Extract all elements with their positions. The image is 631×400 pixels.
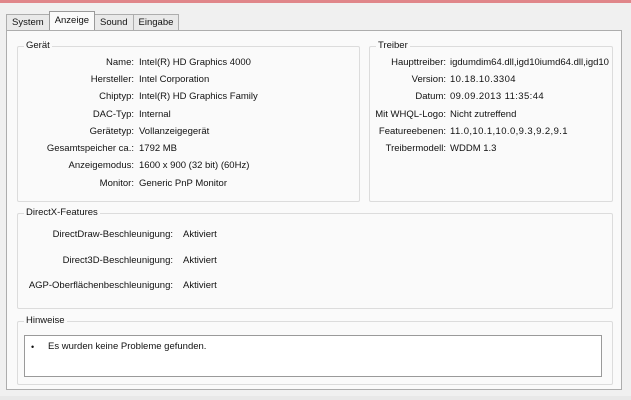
directx-row-agp: AGP-Oberflächenbeschleunigung: Aktiviert	[18, 279, 608, 293]
device-group: Gerät Name: Intel(R) HD Graphics 4000 He…	[17, 40, 360, 202]
notes-group-title: Hinweise	[24, 315, 67, 326]
device-label-devicetype: Gerätetyp:	[89, 126, 134, 137]
directx-value-direct3d: Aktiviert	[183, 255, 217, 266]
driver-label-drivermodel: Treibermodell:	[385, 143, 446, 154]
driver-value-version: 10.18.10.3304	[450, 74, 516, 85]
device-value-displaymode: 1600 x 900 (32 bit) (60Hz)	[139, 160, 250, 171]
directx-value-agp: Aktiviert	[183, 280, 217, 291]
driver-value-maindriver: igdumdim64.dll,igd10iumd64.dll,igd10	[450, 57, 609, 68]
tab-sound[interactable]: Sound	[94, 14, 134, 30]
device-label-chiptype: Chiptyp:	[99, 91, 134, 102]
driver-row-version: Version: 10.18.10.3304	[370, 73, 612, 87]
notes-group: Hinweise • Es wurden keine Probleme gefu…	[17, 315, 613, 385]
device-value-manufacturer: Intel Corporation	[139, 74, 210, 85]
driver-value-whql: Nicht zutreffend	[450, 109, 517, 120]
device-value-dactype: Internal	[139, 109, 171, 120]
driver-label-date: Datum:	[415, 91, 446, 102]
driver-value-date: 09.09.2013 11:35:44	[450, 91, 545, 102]
driver-value-drivermodel: WDDM 1.3	[450, 143, 497, 154]
bullet-icon: •	[31, 342, 35, 352]
driver-row-drivermodel: Treibermodell: WDDM 1.3	[370, 142, 612, 156]
notes-textbox[interactable]: • Es wurden keine Probleme gefunden.	[24, 335, 602, 377]
driver-row-whql: Mit WHQL-Logo: Nicht zutreffend	[370, 108, 612, 122]
driver-label-featurelevels: Featureebenen:	[378, 126, 446, 137]
directx-value-directdraw: Aktiviert	[183, 229, 217, 240]
window-bottom-edge	[0, 396, 631, 400]
tab-panel-anzeige: Gerät Name: Intel(R) HD Graphics 4000 He…	[6, 30, 622, 390]
device-label-dactype: DAC-Typ:	[92, 109, 134, 120]
driver-group: Treiber Haupttreiber: igdumdim64.dll,igd…	[369, 40, 613, 202]
tab-system[interactable]: System	[6, 14, 50, 30]
device-label-memory: Gesamtspeicher ca.:	[46, 143, 134, 154]
directx-row-directdraw: DirectDraw-Beschleunigung: Aktiviert	[18, 228, 608, 242]
window-top-edge	[0, 0, 631, 3]
driver-row-date: Datum: 09.09.2013 11:35:44	[370, 90, 612, 104]
device-row-monitor: Monitor: Generic PnP Monitor	[18, 177, 358, 191]
tab-eingabe[interactable]: Eingabe	[132, 14, 180, 30]
driver-group-title: Treiber	[376, 40, 410, 51]
driver-row-maindriver: Haupttreiber: igdumdim64.dll,igd10iumd64…	[370, 56, 612, 70]
directx-label-direct3d: Direct3D-Beschleunigung:	[62, 255, 173, 266]
device-value-memory: 1792 MB	[139, 143, 178, 154]
directx-label-directdraw: DirectDraw-Beschleunigung:	[52, 229, 173, 240]
device-row-name: Name: Intel(R) HD Graphics 4000	[18, 56, 358, 70]
device-row-memory: Gesamtspeicher ca.: 1792 MB	[18, 142, 358, 156]
device-label-displaymode: Anzeigemodus:	[68, 160, 134, 171]
notes-item-text: Es wurden keine Probleme gefunden.	[48, 341, 207, 352]
device-row-manufacturer: Hersteller: Intel Corporation	[18, 73, 358, 87]
device-group-title: Gerät	[24, 40, 52, 51]
device-value-chiptype: Intel(R) HD Graphics Family	[139, 91, 258, 102]
device-label-monitor: Monitor:	[99, 178, 134, 189]
directx-group-title: DirectX-Features	[24, 207, 100, 218]
driver-label-whql: Mit WHQL-Logo:	[375, 109, 446, 120]
device-value-monitor: Generic PnP Monitor	[139, 178, 228, 189]
driver-label-version: Version:	[411, 74, 446, 85]
device-value-name: Intel(R) HD Graphics 4000	[139, 57, 251, 68]
driver-row-featurelevels: Featureebenen: 11.0,10.1,10.0,9.3,9.2,9.…	[370, 125, 612, 139]
device-value-devicetype: Vollanzeigegerät	[139, 126, 210, 137]
tab-anzeige[interactable]: Anzeige	[48, 11, 96, 30]
directx-label-agp: AGP-Oberflächenbeschleunigung:	[28, 280, 173, 291]
tab-bar: System Anzeige Sound Eingabe	[6, 11, 180, 30]
device-row-dactype: DAC-Typ: Internal	[18, 108, 358, 122]
device-row-chiptype: Chiptyp: Intel(R) HD Graphics Family	[18, 90, 358, 104]
device-row-devicetype: Gerätetyp: Vollanzeigegerät	[18, 125, 358, 139]
driver-label-maindriver: Haupttreiber:	[391, 57, 446, 68]
device-label-manufacturer: Hersteller:	[90, 74, 134, 85]
directx-group: DirectX-Features DirectDraw-Beschleunigu…	[17, 207, 613, 309]
directx-row-direct3d: Direct3D-Beschleunigung: Aktiviert	[18, 254, 608, 268]
driver-value-featurelevels: 11.0,10.1,10.0,9.3,9.2,9.1	[450, 126, 568, 137]
device-label-name: Name:	[106, 57, 134, 68]
device-row-displaymode: Anzeigemodus: 1600 x 900 (32 bit) (60Hz)	[18, 159, 358, 173]
